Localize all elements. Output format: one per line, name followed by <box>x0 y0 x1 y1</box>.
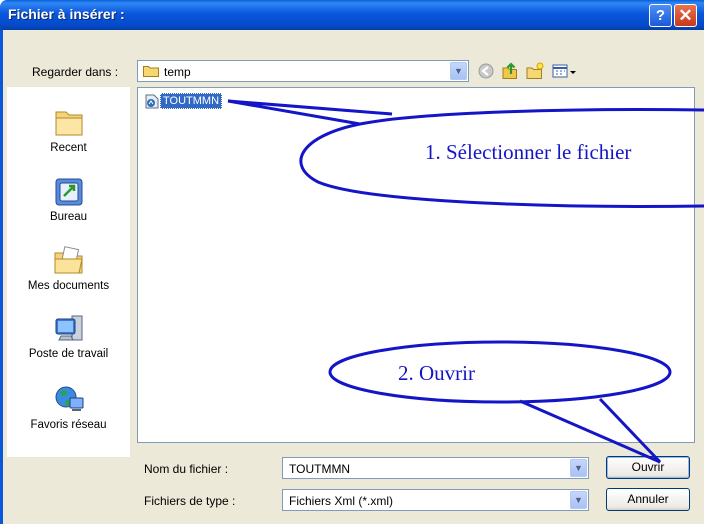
look-in-label: Regarder dans : <box>32 65 119 79</box>
view-menu-icon[interactable] <box>551 61 579 81</box>
place-label: Mes documents <box>27 280 110 292</box>
close-button[interactable]: ✕ <box>674 4 697 27</box>
look-in-dropdown[interactable]: temp ▼ <box>137 60 469 82</box>
place-my-computer[interactable]: Poste de travail <box>7 313 130 360</box>
title-bar[interactable]: Fichier à insérer : ? ✕ <box>0 0 704 30</box>
up-folder-icon[interactable] <box>500 61 520 81</box>
help-icon: ? <box>655 7 666 24</box>
cancel-button[interactable]: Annuler <box>606 488 690 511</box>
chevron-down-icon[interactable]: ▼ <box>570 459 587 477</box>
back-icon[interactable] <box>476 61 496 81</box>
file-open-dialog: Fichier à insérer : ? ✕ Regarder dans : … <box>0 0 704 524</box>
file-name: TOUTMMN <box>160 93 223 109</box>
chevron-down-icon[interactable]: ▼ <box>570 491 587 509</box>
my-documents-icon <box>54 246 83 274</box>
filetype-label: Fichiers de type : <box>144 494 236 508</box>
help-button[interactable]: ? <box>649 4 672 27</box>
my-computer-icon <box>55 315 82 341</box>
place-label: Poste de travail <box>28 348 109 360</box>
close-icon: ✕ <box>678 6 693 25</box>
place-my-documents[interactable]: Mes documents <box>7 245 130 292</box>
filename-field[interactable]: TOUTMMN ▼ <box>282 457 589 479</box>
filename-label: Nom du fichier : <box>144 462 229 476</box>
place-network[interactable]: Favoris réseau <box>7 384 130 431</box>
cancel-button-label: Annuler <box>627 492 669 506</box>
filetype-dropdown[interactable]: Fichiers Xml (*.xml) ▼ <box>282 489 589 511</box>
place-label: Bureau <box>49 211 88 223</box>
place-label: Favoris réseau <box>30 419 107 431</box>
look-in-value: temp <box>164 65 191 79</box>
file-list[interactable]: TOUTMMN <box>137 87 695 443</box>
new-folder-icon[interactable] <box>525 61 545 81</box>
open-button-label: Ouvrir <box>631 460 665 474</box>
recent-folder-icon <box>55 111 82 136</box>
desktop-icon <box>55 178 82 206</box>
folder-icon <box>143 66 159 77</box>
places-bar: Recent Bureau Mes documents Poste de tra… <box>7 87 130 457</box>
place-label: Recent <box>50 142 87 154</box>
xml-file-icon <box>145 94 159 109</box>
filetype-value: Fichiers Xml (*.xml) <box>289 494 393 508</box>
filename-value[interactable]: TOUTMMN <box>289 462 350 476</box>
window-title: Fichier à insérer : <box>8 6 125 22</box>
open-button[interactable]: Ouvrir <box>606 456 690 479</box>
chevron-down-icon[interactable]: ▼ <box>450 62 467 80</box>
place-desktop[interactable]: Bureau <box>7 176 130 223</box>
network-places-icon <box>55 386 83 411</box>
place-recent[interactable]: Recent <box>7 107 130 154</box>
